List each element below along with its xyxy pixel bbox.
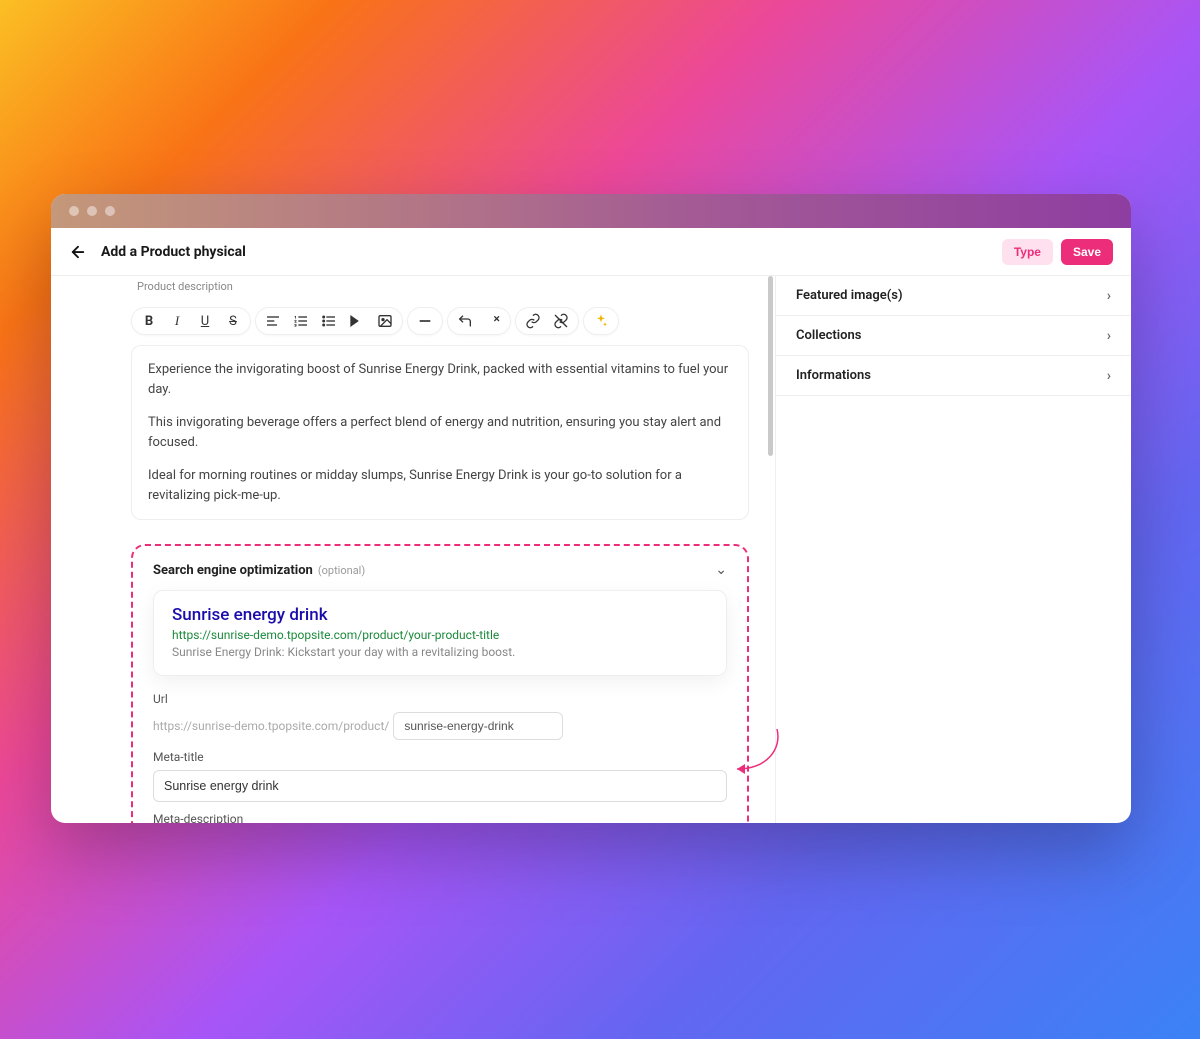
underline-icon[interactable]: U (196, 312, 214, 330)
content: Product description B I U S 123 (51, 276, 1131, 823)
unordered-list-icon[interactable] (320, 312, 338, 330)
sidebar-item-featured-images[interactable]: Featured image(s) › (776, 276, 1131, 316)
main-column: Product description B I U S 123 (51, 276, 775, 823)
sidebar-item-collections[interactable]: Collections › (776, 316, 1131, 356)
sidebar: Featured image(s) › Collections › Inform… (775, 276, 1131, 823)
chevron-right-icon: › (1107, 328, 1111, 344)
meta-title-input[interactable] (153, 770, 727, 802)
meta-title-label: Meta-title (153, 750, 727, 764)
link-icon[interactable] (524, 312, 542, 330)
unlink-icon[interactable] (552, 312, 570, 330)
italic-icon[interactable]: I (168, 312, 186, 330)
url-label: Url (153, 692, 727, 706)
url-prefix: https://sunrise-demo.tpopsite.com/produc… (153, 719, 389, 733)
chevron-right-icon: › (1107, 368, 1111, 384)
save-button[interactable]: Save (1061, 239, 1113, 265)
page-title: Add a Product physical (101, 244, 994, 260)
seo-heading: Search engine optimization (153, 563, 313, 578)
window-dot (87, 206, 97, 216)
clear-format-icon[interactable]: T (484, 312, 502, 330)
align-left-icon[interactable] (264, 312, 282, 330)
ai-sparkle-icon[interactable] (592, 312, 610, 330)
window-dot (69, 206, 79, 216)
editor-paragraph: Experience the invigorating boost of Sun… (148, 360, 732, 399)
undo-icon[interactable] (456, 312, 474, 330)
divider-icon[interactable] (416, 312, 434, 330)
seo-preview-card: Sunrise energy drink https://sunrise-dem… (153, 590, 727, 676)
titlebar (51, 194, 1131, 228)
sidebar-item-informations[interactable]: Informations › (776, 356, 1131, 396)
editor-toolbar: B I U S 123 (131, 307, 749, 335)
window: Add a Product physical Type Save Product… (51, 194, 1131, 823)
sidebar-item-label: Featured image(s) (796, 288, 903, 303)
seo-section: Search engine optimization (optional) ⌄ … (131, 544, 749, 823)
indent-icon[interactable] (348, 312, 366, 330)
meta-description-label: Meta-description (153, 812, 727, 823)
seo-optional-label: (optional) (318, 564, 365, 577)
sidebar-item-label: Collections (796, 328, 861, 343)
image-icon[interactable] (376, 312, 394, 330)
description-editor[interactable]: Experience the invigorating boost of Sun… (131, 345, 749, 520)
window-dot (105, 206, 115, 216)
preview-description: Sunrise Energy Drink: Kickstart your day… (172, 645, 708, 659)
chevron-right-icon: › (1107, 288, 1111, 304)
svg-text:T: T (489, 317, 495, 327)
back-arrow-icon[interactable] (69, 243, 87, 261)
editor-paragraph: This invigorating beverage offers a perf… (148, 413, 732, 452)
scrollbar-track (767, 276, 775, 823)
svg-text:3: 3 (294, 322, 296, 327)
page-header: Add a Product physical Type Save (51, 228, 1131, 276)
sidebar-item-label: Informations (796, 368, 871, 383)
scrollbar-thumb[interactable] (768, 276, 773, 456)
slug-input[interactable] (393, 712, 563, 740)
chevron-down-icon[interactable]: ⌄ (715, 562, 727, 578)
ordered-list-icon[interactable]: 123 (292, 312, 310, 330)
section-label: Product description (137, 280, 749, 293)
type-button[interactable]: Type (1002, 239, 1053, 265)
preview-title: Sunrise energy drink (172, 605, 708, 625)
editor-paragraph: Ideal for morning routines or midday slu… (148, 466, 732, 505)
preview-url: https://sunrise-demo.tpopsite.com/produc… (172, 628, 708, 642)
bold-icon[interactable]: B (140, 312, 158, 330)
strikethrough-icon[interactable]: S (224, 312, 242, 330)
